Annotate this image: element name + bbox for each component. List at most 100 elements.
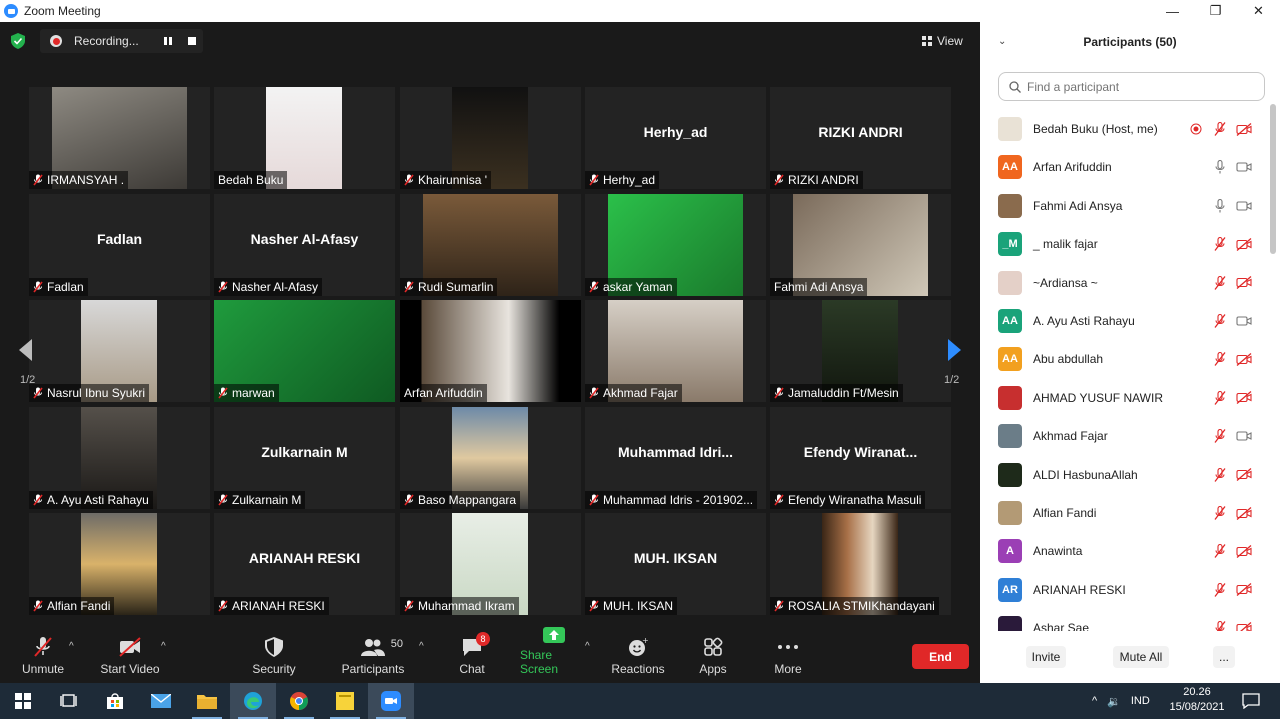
chat-button[interactable]: 8 Chat (452, 632, 492, 683)
participant-row[interactable]: ALDI HasbunaAllah (980, 456, 1270, 494)
participants-button[interactable]: 50 Participants (342, 633, 405, 683)
video-tile[interactable]: Fahmi Adi Ansya (770, 194, 951, 296)
previous-page-arrow[interactable] (10, 330, 40, 370)
participant-row[interactable]: Alfian Fandi (980, 494, 1270, 532)
mic-muted-icon[interactable] (1212, 582, 1228, 597)
camera-icon[interactable] (1236, 199, 1252, 213)
unmute-button[interactable]: Unmute (20, 633, 66, 683)
input-language[interactable]: IND (1131, 695, 1150, 707)
video-tile[interactable]: Baso Mappangara (400, 407, 581, 509)
mic-icon[interactable] (1212, 160, 1228, 174)
camera-off-icon[interactable] (1236, 237, 1252, 251)
video-options-caret-icon[interactable]: ^ (161, 641, 166, 652)
security-button[interactable]: Security (250, 633, 298, 683)
participant-row[interactable]: AR ARIANAH RESKI (980, 571, 1270, 609)
participant-row[interactable]: _M _ malik fajar (980, 225, 1270, 263)
restore-icon[interactable]: ❐ (1194, 0, 1237, 22)
start-video-button[interactable]: Start Video (100, 633, 160, 683)
participant-row[interactable]: ~Ardiansa ~ (980, 264, 1270, 302)
mic-muted-icon[interactable] (1212, 352, 1228, 367)
panel-more-button[interactable]: ... (1213, 646, 1235, 668)
task-view-icon[interactable] (46, 683, 92, 719)
end-meeting-button[interactable]: End (912, 644, 969, 669)
mic-muted-icon[interactable] (1212, 314, 1228, 328)
participant-row[interactable]: A Anawinta (980, 532, 1270, 570)
zoom-taskbar-icon[interactable] (368, 683, 414, 719)
camera-icon[interactable] (1236, 429, 1252, 443)
video-tile[interactable]: marwan (214, 300, 395, 402)
mic-icon[interactable] (1212, 198, 1228, 213)
video-tile[interactable]: Efendy Wiranat... Efendy Wiranatha Masuli (770, 407, 951, 509)
mic-muted-icon[interactable] (1212, 467, 1228, 482)
video-tile[interactable]: Muhammad Idri... Muhammad Idris - 201902.… (585, 407, 766, 509)
video-tile[interactable]: ARIANAH RESKI ARIANAH RESKI (214, 513, 395, 615)
video-tile[interactable]: Muhammad Ikram (400, 513, 581, 615)
participant-row[interactable]: AA Arfan Arifuddin (980, 148, 1270, 186)
participant-row[interactable]: Bedah Buku (Host, me) (980, 110, 1270, 148)
apps-button[interactable]: Apps (693, 633, 733, 683)
video-tile[interactable]: IRMANSYAH . (29, 87, 210, 189)
windows-start-icon[interactable] (0, 683, 46, 719)
mic-muted-icon[interactable] (1212, 544, 1228, 559)
video-tile[interactable]: Zulkarnain M Zulkarnain M (214, 407, 395, 509)
mic-muted-icon[interactable] (1212, 122, 1228, 136)
camera-off-icon[interactable] (1236, 468, 1252, 482)
participant-row[interactable]: AA Abu abdullah (980, 340, 1270, 378)
mic-muted-icon[interactable] (1212, 237, 1228, 252)
camera-off-icon[interactable] (1236, 506, 1252, 520)
mic-muted-icon[interactable] (1212, 275, 1228, 290)
video-tile[interactable]: A. Ayu Asti Rahayu (29, 407, 210, 509)
volume-icon[interactable]: 🔉 (1107, 695, 1121, 708)
reactions-button[interactable]: + Reactions (610, 633, 666, 683)
camera-off-icon[interactable] (1236, 621, 1252, 631)
participants-options-caret-icon[interactable]: ^ (419, 641, 424, 652)
video-tile[interactable]: Arfan Arifuddin (400, 300, 581, 402)
participant-search-box[interactable] (998, 72, 1265, 101)
participant-row[interactable]: Fahmi Adi Ansya (980, 187, 1270, 225)
camera-off-icon[interactable] (1236, 544, 1252, 558)
video-tile[interactable]: Fadlan Fadlan (29, 194, 210, 296)
video-tile[interactable]: RIZKI ANDRI RIZKI ANDRI (770, 87, 951, 189)
video-tile[interactable]: Nasher Al-Afasy Nasher Al-Afasy (214, 194, 395, 296)
video-tile[interactable]: Khairunnisa ' (400, 87, 581, 189)
file-explorer-icon[interactable] (184, 683, 230, 719)
video-tile[interactable]: ROSALIA STMIKhandayani (770, 513, 951, 615)
microsoft-store-icon[interactable] (92, 683, 138, 719)
minimize-icon[interactable]: — (1151, 0, 1194, 22)
video-tile[interactable]: Akhmad Fajar (585, 300, 766, 402)
participant-row[interactable]: Ashar Sae (980, 609, 1270, 631)
sticky-notes-icon[interactable] (322, 683, 368, 719)
chrome-icon[interactable] (276, 683, 322, 719)
edge-browser-icon[interactable] (230, 683, 276, 719)
close-icon[interactable]: ✕ (1237, 0, 1280, 22)
camera-icon[interactable] (1236, 160, 1252, 174)
video-tile[interactable]: Jamaluddin Ft/Mesin (770, 300, 951, 402)
view-button[interactable]: View (922, 31, 972, 51)
video-tile[interactable]: Rudi Sumarlin (400, 194, 581, 296)
camera-off-icon[interactable] (1236, 122, 1252, 136)
participant-row[interactable]: AHMAD YUSUF NAWIR (980, 379, 1270, 417)
mic-muted-icon[interactable] (1212, 506, 1228, 520)
more-button[interactable]: More (768, 633, 808, 683)
mic-muted-icon[interactable] (1212, 429, 1228, 444)
camera-off-icon[interactable] (1236, 391, 1252, 405)
encryption-shield-icon[interactable] (11, 33, 25, 49)
notification-center-icon[interactable] (1228, 683, 1274, 719)
share-options-caret-icon[interactable]: ^ (585, 641, 590, 652)
show-hidden-icons-caret-icon[interactable]: ^ (1092, 695, 1097, 707)
video-tile[interactable]: Herhy_ad Herhy_ad (585, 87, 766, 189)
mute-all-button[interactable]: Mute All (1113, 646, 1169, 668)
video-tile[interactable]: askar Yaman (585, 194, 766, 296)
video-tile[interactable]: Nasrul Ibnu Syukri (29, 300, 210, 402)
taskbar-clock[interactable]: 20.26 15/08/2021 (1168, 685, 1226, 715)
participant-list-scrollbar[interactable] (1270, 104, 1276, 254)
camera-off-icon[interactable] (1236, 352, 1252, 366)
next-page-arrow[interactable] (940, 330, 970, 370)
stop-recording-icon[interactable] (188, 37, 196, 45)
pause-recording-icon[interactable] (164, 37, 172, 45)
audio-options-caret-icon[interactable]: ^ (69, 641, 74, 652)
camera-off-icon[interactable] (1236, 276, 1252, 290)
mail-icon[interactable] (138, 683, 184, 719)
participant-row[interactable]: AA A. Ayu Asti Rahayu (980, 302, 1270, 340)
video-tile[interactable]: Alfian Fandi (29, 513, 210, 615)
